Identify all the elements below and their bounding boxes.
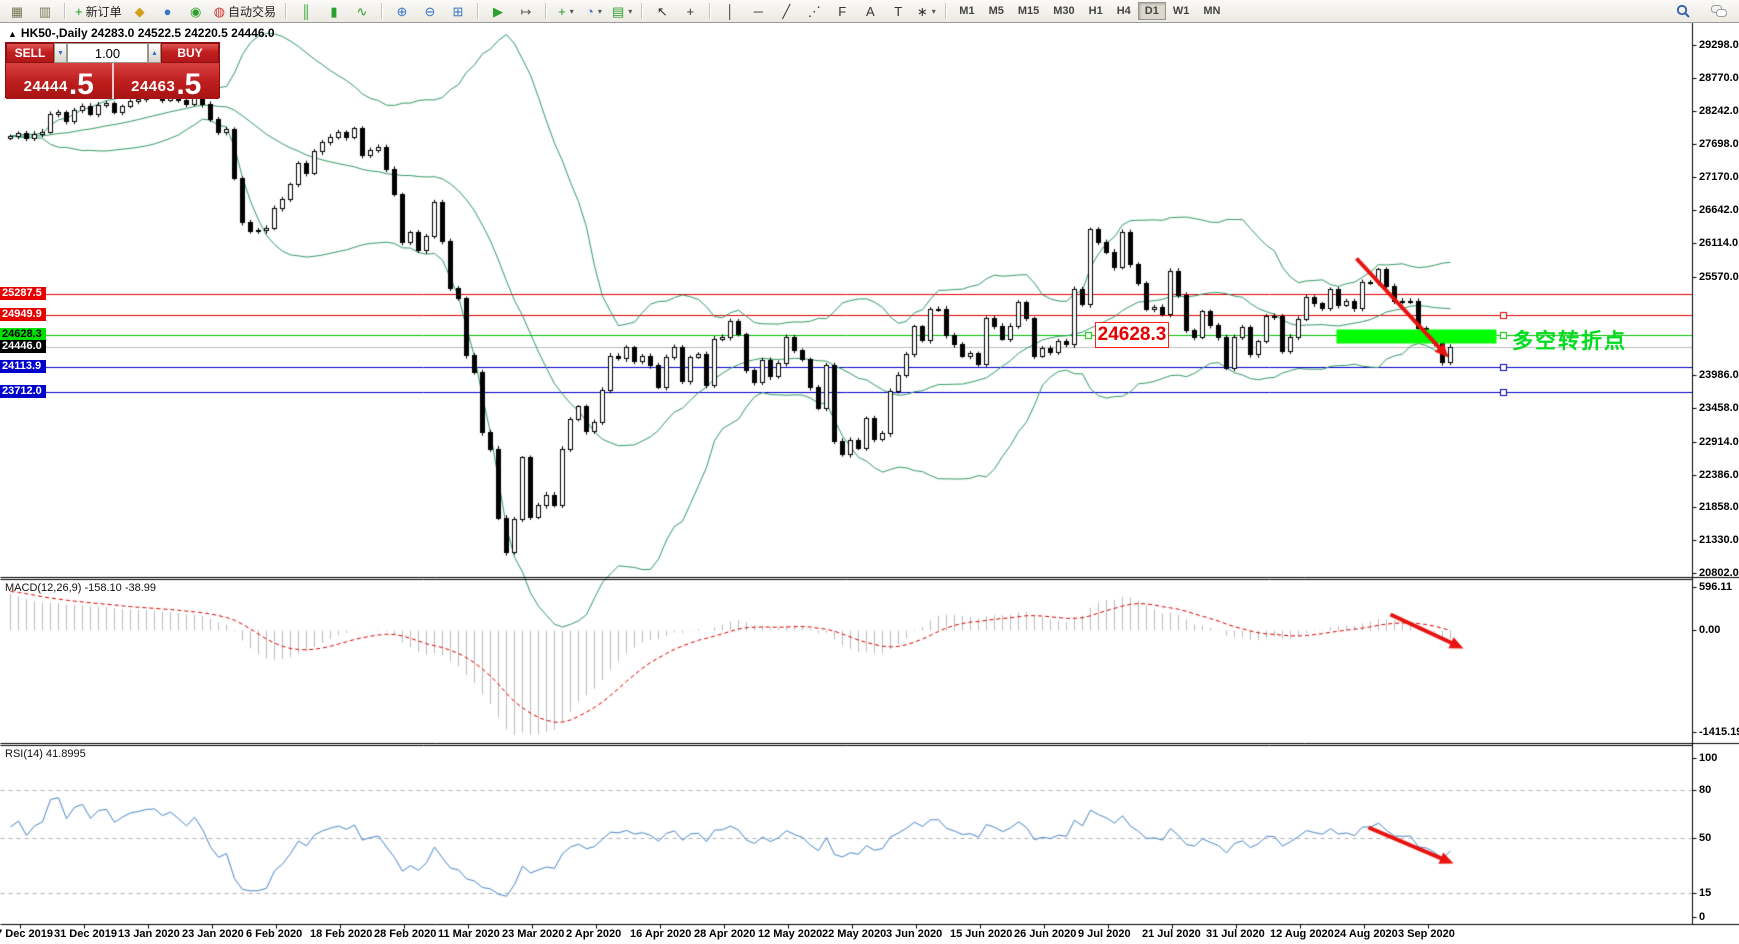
zoom-in-button[interactable]: ⊕ [388, 0, 416, 22]
data-window-icon[interactable]: ▥ [31, 0, 59, 22]
arrows-button[interactable]: ∗ ▾ [912, 0, 940, 22]
volume-decrease-button[interactable]: ▼ [54, 43, 67, 63]
indicators-button[interactable]: + ▾ [552, 0, 580, 22]
timeframe-w1[interactable]: W1 [1166, 2, 1197, 20]
horizontal-line-glyph: ─ [753, 3, 763, 19]
autotrading-button[interactable]: ◍ 自动交易 [210, 0, 280, 22]
equidistant-channel-button[interactable]: ⋰ [800, 0, 828, 22]
zoom-out-glyph: ⊖ [424, 3, 436, 19]
community-icon-glyph: ● [163, 3, 172, 19]
turning-point-note[interactable]: 多空转折点 [1512, 325, 1627, 355]
fibonacci-retracement-button[interactable]: F [828, 0, 856, 22]
fibonacci-retracement-glyph: F [838, 3, 847, 19]
buy-price[interactable]: 24463 .5 [113, 63, 219, 101]
indicators-button-dropdown[interactable]: ▾ [570, 7, 574, 16]
charts-window-icon[interactable]: ▦ [3, 0, 31, 22]
bar-chart-type-glyph: ║ [301, 3, 311, 19]
line-chart-type-button[interactable]: ∿ [348, 0, 376, 22]
periods-button[interactable]: ◔ ▾ [580, 0, 608, 22]
candlestick-type-button[interactable]: ▮ [320, 0, 348, 22]
arrows-button-dropdown[interactable]: ▾ [932, 7, 936, 16]
zoom-out-button[interactable]: ⊖ [416, 0, 444, 22]
ohlc-high: 24522.5 [137, 26, 182, 40]
arrows-glyph: ∗ [916, 3, 928, 19]
tile-windows-glyph: ⊞ [452, 3, 464, 19]
timeframe-m1[interactable]: M1 [952, 2, 981, 20]
auto-scroll-button[interactable]: ▶ [484, 0, 512, 22]
new-order-button-label: 新订单 [85, 4, 122, 19]
buy-price-small: 24463 [131, 78, 176, 95]
chart-shift-button[interactable]: ↦ [512, 0, 540, 22]
timeframe-h4[interactable]: H4 [1110, 2, 1138, 20]
templates-glyph: ▤ [611, 3, 625, 19]
auto-scroll-glyph: ▶ [492, 3, 503, 19]
trendline-glyph: ╱ [782, 3, 791, 19]
symbol-period-label: HK50-,Daily [20, 26, 88, 40]
sell-button[interactable]: SELL [6, 43, 54, 63]
autotrading-glyph: ◍ [213, 3, 225, 19]
indicators-glyph: + [558, 3, 566, 19]
search-icon[interactable] [1669, 0, 1697, 22]
tile-windows-button[interactable]: ⊞ [444, 0, 472, 22]
cursor-button[interactable]: ↖ [648, 0, 676, 22]
templates-button[interactable]: ▤ ▾ [608, 0, 636, 22]
text-label-button[interactable]: T [884, 0, 912, 22]
sell-price[interactable]: 24444 .5 [6, 63, 114, 99]
bar-chart-type-button[interactable]: ║ [292, 0, 320, 22]
timeframe-m5[interactable]: M5 [982, 2, 1011, 20]
vertical-line-glyph: │ [726, 3, 735, 19]
buy-price-big: .5 [176, 67, 202, 101]
chat-icon[interactable] [1705, 0, 1733, 22]
alert-horn-icon-glyph: ◆ [134, 3, 145, 19]
timeframe-d1[interactable]: D1 [1137, 2, 1166, 20]
timeframe-mn[interactable]: MN [1196, 2, 1227, 20]
equidistant-channel-glyph: ⋰ [807, 3, 821, 19]
sell-price-big: .5 [68, 67, 94, 101]
chart-canvas[interactable] [0, 0, 1739, 944]
macd-indicator-label: MACD(12,26,9) -158.10 -38.99 [5, 582, 157, 594]
toolbar: ▦ ▥ + 新订单 ◆ ● ◉ ◍ 自动交易 ║ ▮ ∿ ⊕ ⊖ ⊞ ▶ ↦ + ▾ ◔ ▾ ▤ ▾ ↖ + │ ─ ╱ ⋰ F A T ∗ ▾ … [0, 0, 1739, 23]
periods-button-dropdown[interactable]: ▾ [598, 7, 602, 16]
autotrading-button-label: 自动交易 [227, 4, 276, 19]
volume-input[interactable] [67, 43, 148, 63]
collapse-icon[interactable]: ▲ [8, 29, 17, 39]
price-flag-label[interactable]: 24628.3 [1095, 322, 1169, 348]
buy-button[interactable]: BUY [161, 43, 219, 63]
chart-shift-glyph: ↦ [520, 3, 532, 19]
crosshair-button[interactable]: + [676, 0, 704, 22]
chart-header: ▲ HK50-,Daily 24283.0 24522.5 24220.5 244… [8, 26, 275, 40]
text-button[interactable]: A [856, 0, 884, 22]
new-order-glyph: + [75, 3, 83, 19]
timeframe-m30[interactable]: M30 [1046, 2, 1081, 20]
timeframe-m15[interactable]: M15 [1011, 2, 1046, 20]
ohlc-close: 24446.0 [231, 26, 275, 40]
zoom-in-glyph: ⊕ [396, 3, 408, 19]
sell-price-small: 24444 [23, 78, 68, 95]
periods-glyph: ◔ [586, 3, 594, 19]
one-click-trade-panel: SELL ▼ ▲ BUY 24444 .5 24463 .5 [5, 42, 220, 101]
line-chart-type-glyph: ∿ [356, 3, 368, 19]
timeframe-toolbar: M1 M5 M15 M30 H1 H4 D1 W1 MN [949, 0, 1230, 22]
alert-horn-icon[interactable]: ◆ [126, 0, 154, 22]
text-label-glyph: T [894, 3, 903, 19]
templates-button-dropdown[interactable]: ▾ [628, 7, 632, 16]
trendline-button[interactable]: ╱ [772, 0, 800, 22]
vertical-line-button[interactable]: │ [716, 0, 744, 22]
text-glyph: A [865, 3, 875, 19]
new-order-button[interactable]: + 新订单 [71, 0, 126, 22]
rsi-indicator-label: RSI(14) 41.8995 [5, 748, 86, 760]
candlestick-type-glyph: ▮ [330, 3, 338, 19]
ohlc-open: 24283.0 [90, 26, 135, 40]
signals-icon[interactable]: ◉ [182, 0, 210, 22]
charts-window-icon-glyph: ▦ [10, 3, 24, 19]
signals-icon-glyph: ◉ [189, 3, 202, 19]
cursor-glyph: ↖ [656, 3, 668, 19]
ohlc-low: 24220.5 [184, 26, 228, 40]
volume-increase-button[interactable]: ▲ [148, 43, 161, 63]
horizontal-line-button[interactable]: ─ [744, 0, 772, 22]
timeframe-h1[interactable]: H1 [1082, 2, 1110, 20]
crosshair-glyph: + [686, 3, 695, 19]
data-window-icon-glyph: ▥ [38, 3, 52, 19]
community-icon[interactable]: ● [154, 0, 182, 22]
